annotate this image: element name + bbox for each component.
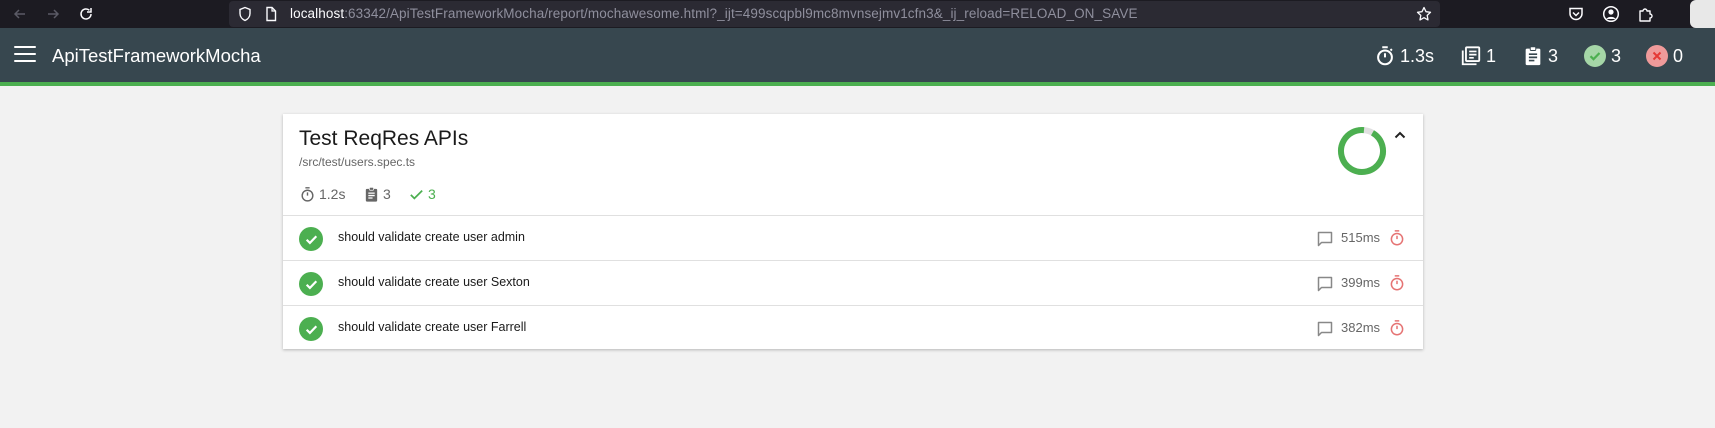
- timer-icon: [301, 186, 314, 202]
- app-title: ApiTestFrameworkMocha: [52, 45, 261, 66]
- reload-button[interactable]: [75, 3, 97, 25]
- suite-card: Test ReqRes APIs /src/test/users.spec.ts…: [283, 114, 1423, 349]
- suite-pass-donut: [1338, 127, 1386, 175]
- url-host: localhost: [290, 6, 345, 21]
- test-title: should validate create user Sexton: [338, 275, 530, 289]
- arrow-right-icon: [48, 9, 60, 19]
- stat-passes: 3: [1584, 44, 1621, 68]
- stat-duration-value: 1.3s: [1400, 45, 1435, 66]
- suite-duration-value: 1.2s: [319, 186, 346, 202]
- extensions-button[interactable]: [1637, 5, 1655, 23]
- cancel-circle-icon: [1646, 45, 1668, 67]
- test-row[interactable]: should validate create user Farrell 382m…: [283, 305, 1423, 350]
- timer-icon: [1390, 230, 1404, 246]
- arrow-left-icon: [13, 9, 25, 19]
- timer-icon: [1390, 320, 1404, 336]
- test-title: should validate create user admin: [338, 230, 525, 244]
- puzzle-icon: [1639, 8, 1653, 22]
- url-path: :63342/ApiTestFrameworkMocha/report/moch…: [344, 6, 1138, 21]
- page-icon[interactable]: [263, 6, 279, 22]
- pass-check-icon: [299, 227, 323, 251]
- app-header: ApiTestFrameworkMocha 1.3s 1 3 3 0: [0, 28, 1715, 86]
- stat-tests-value: 3: [1548, 45, 1559, 66]
- test-duration: 515ms: [1341, 230, 1381, 245]
- star-icon[interactable]: [1416, 6, 1432, 22]
- pocket-button[interactable]: [1567, 5, 1585, 23]
- pass-check-icon: [299, 272, 323, 296]
- suite-passes-value: 3: [428, 186, 436, 202]
- test-title: should validate create user Farrell: [338, 320, 527, 334]
- test-duration: 382ms: [1341, 320, 1381, 335]
- pocket-icon: [1569, 7, 1583, 21]
- hamburger-icon[interactable]: [14, 46, 36, 64]
- suite-title: Test ReqRes APIs: [299, 127, 469, 150]
- test-duration: 399ms: [1341, 275, 1381, 290]
- header-progress-line: [0, 82, 1715, 86]
- account-button[interactable]: [1602, 5, 1620, 23]
- address-bar[interactable]: localhost:63342/ApiTestFrameworkMocha/re…: [229, 1, 1440, 27]
- comment-icon[interactable]: [1316, 275, 1334, 293]
- check-circle-icon: [1584, 45, 1606, 67]
- browser-toolbar: localhost:63342/ApiTestFrameworkMocha/re…: [0, 0, 1715, 28]
- suite-file: /src/test/users.spec.ts: [299, 155, 416, 169]
- test-row[interactable]: should validate create user Sexton 399ms: [283, 260, 1423, 305]
- chevron-up-icon[interactable]: [1391, 126, 1409, 144]
- stat-suites-value: 1: [1486, 45, 1497, 66]
- assignment-icon: [1525, 46, 1541, 66]
- stat-duration: 1.3s: [1374, 44, 1434, 68]
- comment-icon[interactable]: [1316, 230, 1334, 248]
- suite-duration: 1.2s: [299, 184, 345, 204]
- comment-icon[interactable]: [1316, 320, 1334, 338]
- url-text[interactable]: localhost:63342/ApiTestFrameworkMocha/re…: [290, 6, 1138, 21]
- timer-icon: [1377, 46, 1393, 66]
- forward-button[interactable]: [42, 3, 64, 25]
- check-icon: [410, 189, 423, 200]
- reload-icon: [80, 8, 92, 20]
- back-button[interactable]: [9, 3, 31, 25]
- account-icon: [1602, 5, 1620, 23]
- suite-passes: 3: [408, 184, 436, 204]
- suite-tests: 3: [363, 184, 391, 204]
- stat-passes-value: 3: [1611, 45, 1622, 66]
- stat-suites: 1: [1460, 44, 1496, 68]
- stat-failures-value: 0: [1673, 45, 1684, 66]
- shield-icon[interactable]: [237, 6, 253, 22]
- assignment-icon: [365, 186, 378, 202]
- library-books-icon: [1461, 46, 1481, 66]
- pass-check-icon: [299, 317, 323, 341]
- extension-badge[interactable]: [1690, 0, 1715, 28]
- timer-icon: [1390, 275, 1404, 291]
- stat-failures: 0: [1646, 44, 1683, 68]
- suite-tests-value: 3: [383, 186, 391, 202]
- stat-tests: 3: [1522, 44, 1558, 68]
- test-row[interactable]: should validate create user admin 515ms: [283, 215, 1423, 260]
